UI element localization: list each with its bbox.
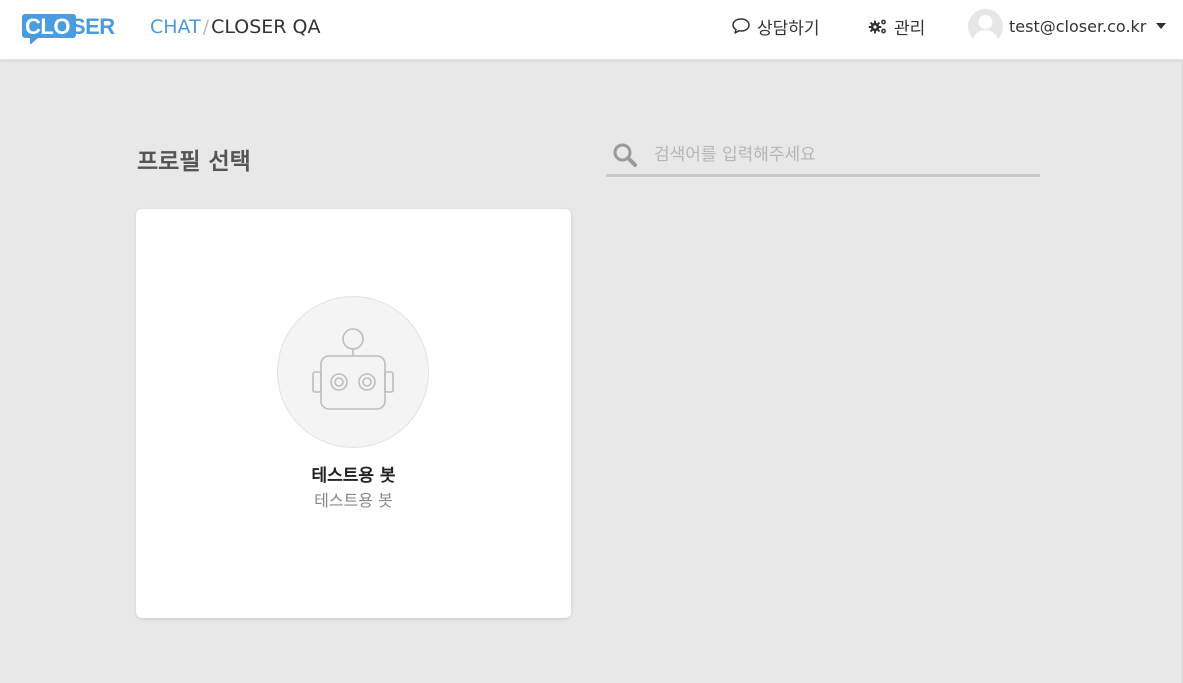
profile-name: 테스트용 봇 — [311, 466, 396, 486]
profile-description: 테스트용 봇 — [314, 491, 393, 510]
search-icon — [613, 143, 637, 167]
user-menu[interactable]: test@closer.co.kr — [968, 8, 1167, 44]
caret-down-icon[interactable] — [1156, 23, 1167, 29]
admin-button[interactable]: 관리 — [868, 13, 925, 39]
chat-bubble-icon — [732, 18, 750, 34]
closer-logo[interactable]: CLOSER — [22, 12, 126, 44]
top-navigation-bar: CLOSER CHAT / CLOSER QA 상담하기 관리 test@clo… — [0, 0, 1183, 60]
consult-label: 상담하기 — [757, 18, 820, 39]
user-silhouette-icon — [972, 14, 999, 44]
robot-icon — [312, 328, 394, 410]
admin-label: 관리 — [894, 18, 926, 39]
breadcrumb-separator: / — [202, 16, 210, 38]
breadcrumb-current: CLOSER QA — [211, 16, 321, 38]
bot-avatar — [277, 296, 429, 448]
logo-text: CLOSER — [25, 14, 115, 39]
profile-card[interactable]: 테스트용 봇 테스트용 봇 — [136, 209, 571, 618]
consult-button[interactable]: 상담하기 — [731, 13, 820, 39]
user-email: test@closer.co.kr — [1009, 16, 1147, 36]
search-input[interactable] — [652, 137, 1036, 173]
gears-icon — [868, 19, 886, 34]
page-title: 프로필 선택 — [137, 149, 251, 175]
breadcrumb-chat-link[interactable]: CHAT — [150, 16, 201, 38]
search-bar[interactable] — [606, 133, 1040, 177]
avatar — [968, 8, 1003, 44]
breadcrumb: CHAT / CLOSER QA — [150, 15, 320, 39]
